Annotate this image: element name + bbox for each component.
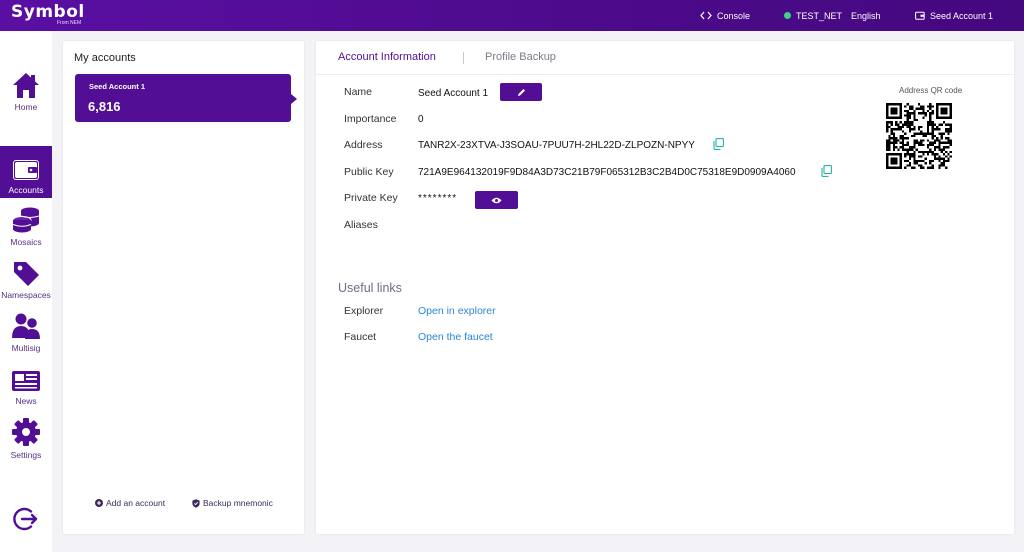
- sidebar-item-label: Namespaces: [1, 290, 51, 300]
- tab-bar: Account Information Profile Backup: [316, 41, 1014, 75]
- network-status[interactable]: TEST_NET: [784, 0, 842, 31]
- open-in-explorer-link[interactable]: Open in explorer: [418, 305, 496, 317]
- accounts-panel-title: My accounts: [74, 52, 136, 64]
- useful-links-title: Useful links: [338, 281, 402, 295]
- tag-icon: [14, 262, 39, 286]
- current-account-selector[interactable]: Seed Account 1: [915, 0, 993, 31]
- sidebar-item-multisig[interactable]: Multisig: [0, 304, 52, 356]
- edit-name-button[interactable]: [500, 83, 542, 101]
- coins-icon: [12, 207, 40, 233]
- eye-icon: [491, 197, 502, 203]
- sidebar-item-label: Settings: [10, 450, 42, 460]
- wallet-small-icon: [915, 11, 925, 20]
- console-button[interactable]: Console: [700, 0, 750, 31]
- gear-icon: [12, 418, 40, 446]
- sidebar-item-settings[interactable]: Settings: [0, 411, 52, 463]
- language-selector[interactable]: English: [851, 0, 881, 31]
- address-value: TANR2X-23XTVA-J3SOAU-7PUU7H-2HL22D-ZLPOZ…: [418, 140, 695, 151]
- logo-text: Symbol: [11, 2, 85, 22]
- sidebar: Home Accounts Mosaics Namespaces Multisi…: [0, 31, 52, 552]
- private-key-label: Private Key: [344, 192, 398, 204]
- name-value: Seed Account 1: [418, 88, 489, 99]
- sidebar-item-label: News: [15, 396, 37, 406]
- top-bar: Symbol From NEM Console TEST_NET English…: [0, 0, 1024, 31]
- public-key-value: 721A9E964132019F9D84A3D73C21B79F065312B3…: [418, 167, 796, 178]
- aliases-label: Aliases: [344, 219, 378, 231]
- tab-separator: [463, 52, 464, 64]
- faucet-label: Faucet: [344, 331, 377, 343]
- backup-mnemonic-button[interactable]: Backup mnemonic: [192, 498, 273, 508]
- shield-check-icon: [192, 498, 200, 508]
- account-details-panel: Account Information Profile Backup Name …: [316, 41, 1014, 534]
- sidebar-item-label: Multisig: [11, 343, 41, 353]
- logout-button[interactable]: [13, 506, 39, 532]
- code-icon: [700, 11, 712, 20]
- name-label: Name: [344, 86, 373, 98]
- logo-subtitle: From NEM: [57, 20, 82, 26]
- accounts-panel: My accounts Seed Account 1 6,816 Add an …: [63, 41, 304, 534]
- account-card-name: Seed Account 1: [89, 82, 145, 91]
- address-label: Address: [344, 139, 383, 151]
- private-key-value: ********: [418, 193, 458, 204]
- open-faucet-link[interactable]: Open the faucet: [418, 331, 493, 343]
- plus-circle-icon: [95, 499, 103, 507]
- add-account-label: Add an account: [106, 498, 166, 508]
- importance-value: 0: [418, 114, 424, 125]
- logout-icon: [13, 507, 38, 531]
- public-key-label: Public Key: [344, 166, 394, 178]
- sidebar-item-namespaces[interactable]: Namespaces: [0, 251, 52, 303]
- current-account-label: Seed Account 1: [930, 10, 994, 21]
- account-card-balance: 6,816: [88, 99, 121, 114]
- account-card-selected[interactable]: Seed Account 1 6,816: [75, 74, 297, 122]
- sidebar-item-news[interactable]: News: [0, 357, 52, 409]
- copy-public-key-icon[interactable]: [821, 165, 832, 177]
- tab-profile-backup[interactable]: Profile Backup: [485, 51, 556, 63]
- address-qr-code: [886, 103, 952, 169]
- sidebar-item-mosaics[interactable]: Mosaics: [0, 198, 52, 250]
- sidebar-item-label: Accounts: [8, 185, 44, 195]
- network-label: TEST_NET: [796, 10, 843, 21]
- copy-address-icon[interactable]: [713, 138, 724, 150]
- wallet-icon: [13, 160, 39, 180]
- tab-account-information[interactable]: Account Information: [338, 51, 436, 63]
- pencil-icon: [517, 88, 525, 96]
- language-label: English: [851, 10, 881, 21]
- sidebar-item-label: Mosaics: [10, 237, 42, 247]
- sidebar-item-accounts[interactable]: Accounts: [0, 146, 52, 198]
- explorer-label: Explorer: [344, 305, 384, 317]
- network-status-dot: [784, 12, 791, 19]
- sidebar-item-home[interactable]: Home: [0, 63, 52, 115]
- show-private-key-button[interactable]: [475, 191, 518, 209]
- qr-code-label: Address QR code: [899, 86, 963, 95]
- sidebar-item-label: Home: [14, 102, 38, 112]
- add-account-button[interactable]: Add an account: [95, 498, 165, 508]
- importance-label: Importance: [344, 113, 397, 125]
- symbol-logo[interactable]: Symbol From NEM: [11, 2, 85, 26]
- backup-mnemonic-label: Backup mnemonic: [203, 498, 273, 508]
- newspaper-icon: [12, 371, 40, 391]
- users-icon: [12, 313, 40, 339]
- console-label: Console: [717, 10, 751, 21]
- home-icon: [13, 73, 39, 98]
